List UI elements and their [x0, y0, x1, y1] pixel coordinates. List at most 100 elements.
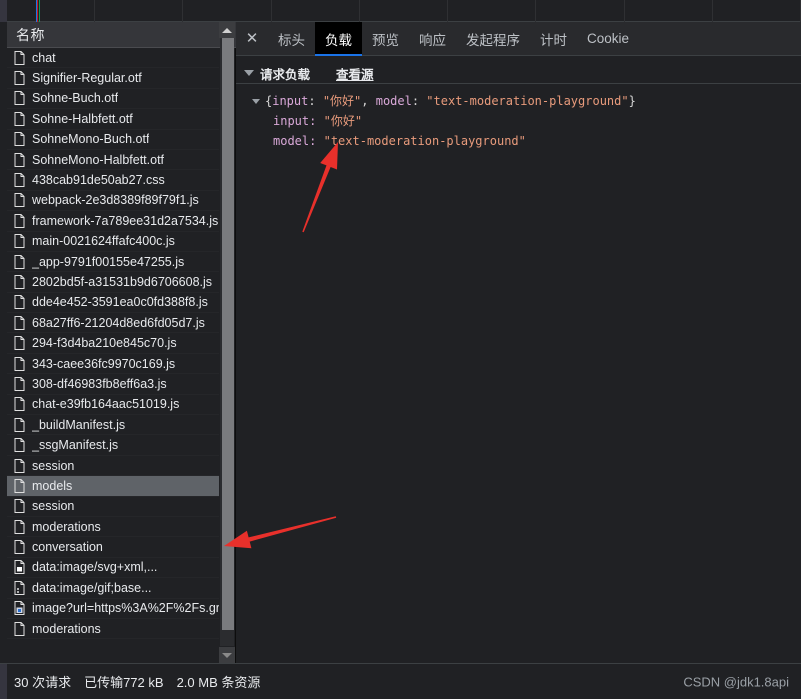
request-list-item[interactable]: moderations	[7, 517, 220, 538]
payload-property-row[interactable]: model: "text-moderation-playground"	[236, 131, 801, 151]
request-name-label: data:image/gif;base...	[32, 580, 152, 595]
request-list-item[interactable]: Sohne-Halbfett.otf	[7, 109, 220, 130]
request-list-item[interactable]: 308-df46983fb8eff6a3.js	[7, 374, 220, 395]
request-list-item[interactable]: conversation	[7, 537, 220, 558]
view-source-link[interactable]: 查看源	[336, 64, 374, 83]
network-overview-timeline[interactable]	[0, 0, 801, 22]
triangle-down-icon[interactable]	[244, 70, 254, 76]
file-icon	[14, 193, 25, 208]
payload-property-space	[316, 131, 323, 151]
brace-open: {	[265, 94, 273, 108]
devtools-network-panel: 名称 chat Signifier-Regular.otf Sohne-Buch.o…	[0, 0, 801, 699]
request-list-item[interactable]: webpack-2e3d8389f89f79f1.js	[7, 191, 220, 212]
file-icon	[14, 152, 25, 167]
request-list-item[interactable]: chat-e39fb164aac51019.js	[7, 395, 220, 416]
payload-property-space	[316, 111, 323, 131]
colon-2: :	[411, 94, 427, 108]
request-list-item[interactable]: 2802bd5f-a31531b9d6706608.js	[7, 272, 220, 293]
detail-tab-1[interactable]: 标头	[268, 22, 315, 56]
request-list-item[interactable]: framework-7a789ee31d2a7534.js	[7, 211, 220, 232]
file-icon	[14, 254, 25, 269]
file-icon	[14, 397, 25, 412]
triangle-down-small-icon[interactable]	[252, 98, 260, 104]
request-list-item[interactable]: models	[7, 476, 220, 497]
status-transferred: 已传输772 kB	[84, 675, 164, 690]
payload-property-row[interactable]: input: "你好"	[236, 111, 801, 131]
request-list-item[interactable]: data:image/svg+xml,...	[7, 558, 220, 579]
detail-tab-label: 响应	[419, 32, 446, 48]
detail-tab-label: 计时	[540, 32, 567, 48]
request-list-item[interactable]: session	[7, 497, 220, 517]
request-list-item[interactable]: 438cab91de50ab27.css	[7, 170, 220, 191]
detail-tab-4[interactable]: 响应	[409, 22, 456, 56]
detail-tab-5[interactable]: 发起程序	[456, 22, 530, 56]
request-list-item[interactable]: _app-9791f00155e47255.js	[7, 252, 220, 273]
detail-tab-6[interactable]: 计时	[530, 22, 577, 56]
request-detail-panel: ✕ 标头 负载 预览 响应 发起程序 计时 Cookie 请求负载 查看源 {input: …	[236, 21, 801, 663]
chevron-down-icon	[222, 652, 232, 658]
request-list-item[interactable]: _ssgManifest.js	[7, 435, 220, 456]
request-name-label: webpack-2e3d8389f89f79f1.js	[32, 193, 199, 208]
request-name-label: session	[32, 458, 75, 473]
request-list-item[interactable]: _buildManifest.js	[7, 415, 220, 436]
request-list-item[interactable]: moderations	[7, 619, 220, 640]
file-icon	[14, 71, 25, 86]
request-list-item[interactable]: image?url=https%3A%2F%2Fs.grav.	[7, 599, 220, 619]
request-list-item[interactable]: session	[7, 456, 220, 477]
request-name-label: Sohne-Buch.otf	[32, 91, 119, 106]
watermark-label: CSDN @jdk1.8api	[683, 674, 789, 689]
request-list-item[interactable]: 294-f3d4ba210e845c70.js	[7, 333, 220, 354]
overview-timeline-column	[272, 0, 360, 22]
file-icon	[14, 499, 25, 514]
request-name-label: _ssgManifest.js	[32, 438, 119, 453]
network-status-bar: 30 次请求 已传输772 kB 2.0 MB 条资源 CSDN @jdk1.8ap…	[0, 663, 801, 699]
payload-property-value: "你好"	[323, 114, 363, 128]
request-list-item[interactable]: SohneMono-Buch.otf	[7, 130, 220, 150]
colon-1: :	[308, 94, 323, 108]
file-icon	[14, 213, 25, 228]
scrollbar-track[interactable]	[220, 38, 234, 646]
scroll-up-button[interactable]	[219, 22, 235, 38]
detail-tab-2[interactable]: 负载	[315, 21, 362, 56]
request-list-panel: 名称 chat Signifier-Regular.otf Sohne-Buch.o…	[0, 22, 236, 663]
request-list-item[interactable]: chat	[7, 48, 220, 69]
status-resources: 2.0 MB 条资源	[176, 675, 261, 690]
file-icon	[14, 478, 25, 493]
request-name-label: conversation	[32, 540, 103, 555]
request-list-item[interactable]: Signifier-Regular.otf	[7, 68, 220, 89]
scroll-down-button[interactable]	[219, 647, 235, 663]
payload-property-value: "text-moderation-playground"	[323, 134, 526, 148]
overview-timeline-column	[360, 0, 449, 22]
status-request-count: 30 次请求	[14, 675, 72, 690]
file-icon	[14, 173, 25, 188]
request-list-body[interactable]: chat Signifier-Regular.otf Sohne-Buch.otf S…	[7, 48, 220, 663]
file-icon	[14, 417, 25, 432]
file-icon	[14, 356, 25, 371]
request-list-item[interactable]: data:image/gif;base...	[7, 578, 220, 599]
request-name-label: main-0021624ffafc400c.js	[32, 234, 175, 249]
column-header-name[interactable]: 名称	[7, 25, 45, 45]
request-list-scrollbar[interactable]	[219, 22, 235, 663]
request-name-label: 438cab91de50ab27.css	[32, 173, 165, 188]
file-icon	[14, 234, 25, 249]
request-list-item[interactable]: Sohne-Buch.otf	[7, 89, 220, 110]
detail-tab-7[interactable]: Cookie	[577, 22, 639, 56]
request-payload-section-header[interactable]: 请求负载 查看源	[236, 63, 801, 83]
payload-object-line[interactable]: {input: "你好", model: "text-moderation-pl…	[236, 91, 801, 111]
detail-tabbar: ✕ 标头 负载 预览 响应 发起程序 计时 Cookie	[236, 21, 801, 56]
request-list-item[interactable]: SohneMono-Halbfett.otf	[7, 150, 220, 171]
object-value-model: "text-moderation-playground"	[426, 94, 629, 108]
first-paint-marker	[39, 0, 40, 22]
request-list-item[interactable]: dde4e452-3591ea0c0fd388f8.js	[7, 293, 220, 314]
close-detail-button[interactable]: ✕	[236, 22, 268, 56]
request-list-item[interactable]: main-0021624ffafc400c.js	[7, 232, 220, 252]
request-list-item[interactable]: 68a27ff6-21204d8ed6fd05d7.js	[7, 313, 220, 334]
request-list-item[interactable]: 343-caee36fc9970c169.js	[7, 354, 220, 375]
object-key-input: input	[272, 94, 309, 108]
request-name-label: SohneMono-Buch.otf	[32, 132, 150, 147]
request-list-header[interactable]: 名称	[7, 22, 236, 48]
scrollbar-thumb[interactable]	[222, 38, 234, 630]
request-name-label: _app-9791f00155e47255.js	[32, 254, 185, 269]
file-icon	[14, 621, 25, 636]
detail-tab-3[interactable]: 预览	[362, 22, 409, 56]
